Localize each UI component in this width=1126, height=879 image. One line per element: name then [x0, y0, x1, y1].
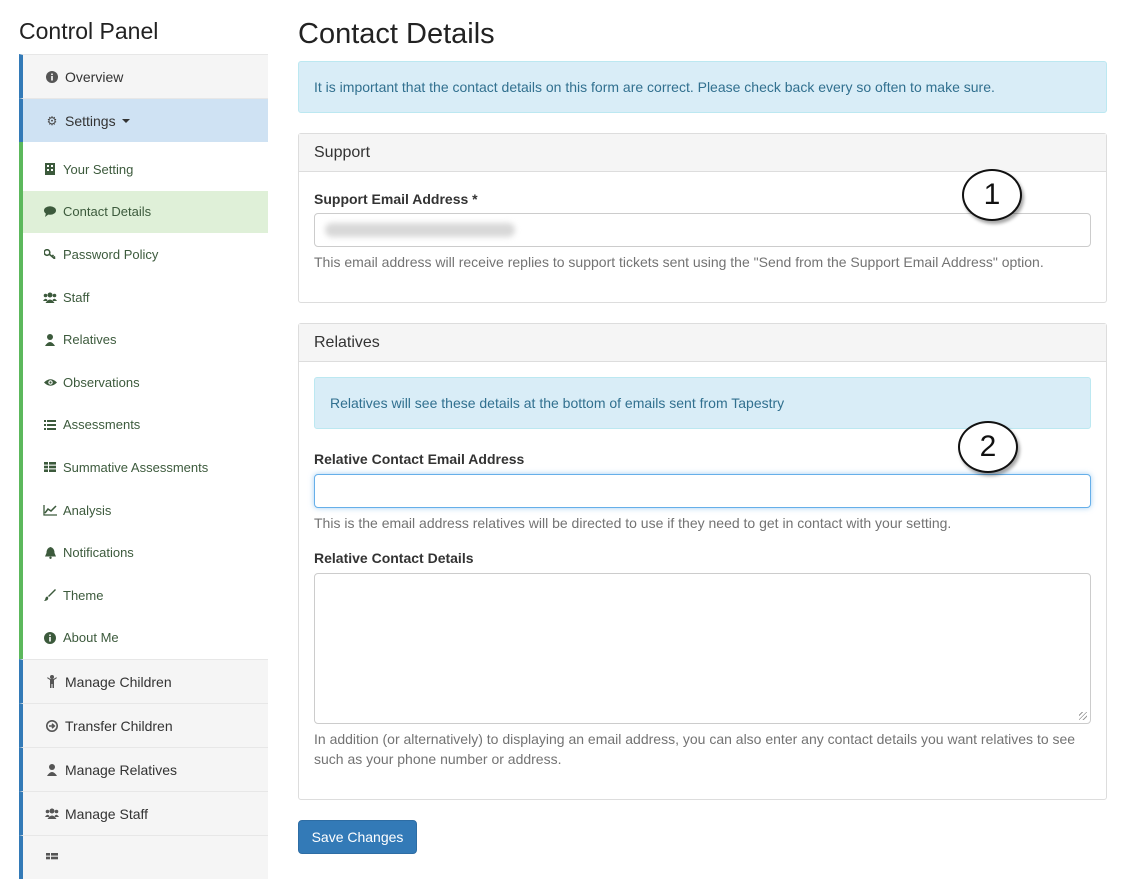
sidebar-item-label: Manage Relatives: [65, 761, 178, 778]
page-title: Contact Details: [298, 18, 495, 50]
gear-icon: ⚙: [46, 113, 58, 128]
caret-down-icon: [121, 118, 130, 123]
sidebar-item-analysis[interactable]: Analysis: [23, 489, 268, 532]
arrow-circle-icon: [45, 719, 59, 732]
sidebar-item-label: Notifications: [63, 545, 134, 561]
sidebar-item-about-me[interactable]: About Me: [23, 617, 268, 660]
list-icon: [43, 419, 57, 430]
settings-submenu: Your Setting Contact Details Password Po…: [19, 142, 268, 660]
eye-icon: [43, 378, 57, 387]
sidebar-item-settings[interactable]: ⚙ Settings: [19, 98, 268, 142]
relatives-info-alert: Relatives will see these details at the …: [314, 377, 1091, 429]
sidebar-item-theme[interactable]: Theme: [23, 574, 268, 617]
resize-grip-icon[interactable]: [1079, 712, 1087, 720]
sidebar-item-manage-staff[interactable]: Manage Staff: [19, 791, 268, 836]
info-circle-icon: [43, 631, 57, 644]
relative-details-label: Relative Contact Details: [314, 550, 474, 566]
callout-1: 1: [962, 169, 1022, 221]
sidebar-item-label: Manage Children: [65, 673, 172, 690]
building-icon: [43, 163, 57, 176]
user-icon: [43, 333, 57, 346]
relative-email-label: Relative Contact Email Address: [314, 451, 525, 467]
sidebar-item-label: Overview: [65, 68, 124, 85]
brush-icon: [43, 589, 57, 602]
sidebar-item-partial[interactable]: [19, 835, 268, 879]
sidebar-item-label: Theme: [63, 587, 104, 603]
support-email-help: This email address will receive replies …: [314, 254, 1044, 270]
relatives-panel-heading: Relatives: [299, 324, 1106, 362]
users-icon: [43, 292, 57, 303]
th-list-icon: [43, 462, 57, 473]
sidebar-item-label: Manage Staff: [65, 805, 149, 822]
sidebar-item-label: Observations: [63, 374, 140, 390]
sidebar-item-password-policy[interactable]: Password Policy: [23, 233, 268, 276]
sidebar-item-contact-details[interactable]: Contact Details: [23, 190, 268, 234]
sidebar-item-your-setting[interactable]: Your Setting: [23, 148, 268, 191]
redacted-email-value: [325, 223, 515, 237]
relative-email-help: This is the email address relatives will…: [314, 515, 952, 531]
sidebar-item-transfer-children[interactable]: Transfer Children: [19, 703, 268, 748]
sidebar-item-label: Analysis: [63, 502, 112, 518]
support-panel-heading: Support: [299, 134, 1106, 172]
sidebar-item-assessments[interactable]: Assessments: [23, 404, 268, 447]
key-icon: [43, 249, 57, 260]
bell-icon: [43, 546, 57, 559]
sidebar-item-summative-assessments[interactable]: Summative Assessments: [23, 446, 268, 489]
relative-details-textarea[interactable]: [314, 573, 1091, 724]
sidebar-title: Control Panel: [19, 18, 159, 44]
sidebar-item-staff[interactable]: Staff: [23, 276, 268, 319]
line-chart-icon: [43, 504, 57, 516]
users-icon: [45, 808, 59, 820]
sidebar-nav: Overview ⚙ Settings Your Setting Contact…: [19, 54, 268, 879]
sidebar-item-label: Assessments: [63, 417, 141, 433]
speech-bubble-icon: [43, 206, 57, 218]
top-alert-text: It is important that the contact details…: [314, 79, 995, 95]
save-changes-button[interactable]: Save Changes: [298, 820, 417, 854]
top-info-alert: It is important that the contact details…: [298, 61, 1107, 113]
sidebar-item-label: Staff: [63, 289, 90, 305]
sidebar-item-notifications[interactable]: Notifications: [23, 531, 268, 574]
sidebar-item-label: Transfer Children: [65, 717, 173, 734]
sidebar-item-relatives[interactable]: Relatives: [23, 318, 268, 361]
relative-details-help: In addition (or alternatively) to displa…: [314, 731, 1076, 767]
sidebar-item-label: Contact Details: [63, 204, 152, 220]
sidebar-item-label: About Me: [63, 630, 119, 646]
relatives-panel: Relatives Relatives will see these detai…: [298, 323, 1107, 800]
sidebar-item-manage-children[interactable]: Manage Children: [19, 659, 268, 704]
callout-2: 2: [958, 421, 1018, 473]
sidebar-item-overview[interactable]: Overview: [19, 54, 268, 98]
user-icon: [45, 763, 59, 776]
support-email-field[interactable]: [314, 213, 1091, 247]
sidebar-item-label: Relatives: [63, 332, 117, 348]
sidebar-item-label: Password Policy: [63, 246, 159, 262]
info-circle-icon: [45, 70, 59, 83]
sidebar-item-label: Settings: [65, 112, 116, 129]
sidebar-item-manage-relatives[interactable]: Manage Relatives: [19, 747, 268, 792]
support-email-label: Support Email Address *: [314, 191, 478, 207]
sidebar-item-label: Summative Assessments: [63, 459, 209, 475]
sidebar-item-observations[interactable]: Observations: [23, 361, 268, 404]
child-icon: [45, 675, 59, 689]
sidebar-item-label: Your Setting: [63, 161, 134, 177]
relatives-alert-text: Relatives will see these details at the …: [330, 395, 785, 411]
relative-email-field[interactable]: [314, 474, 1091, 508]
